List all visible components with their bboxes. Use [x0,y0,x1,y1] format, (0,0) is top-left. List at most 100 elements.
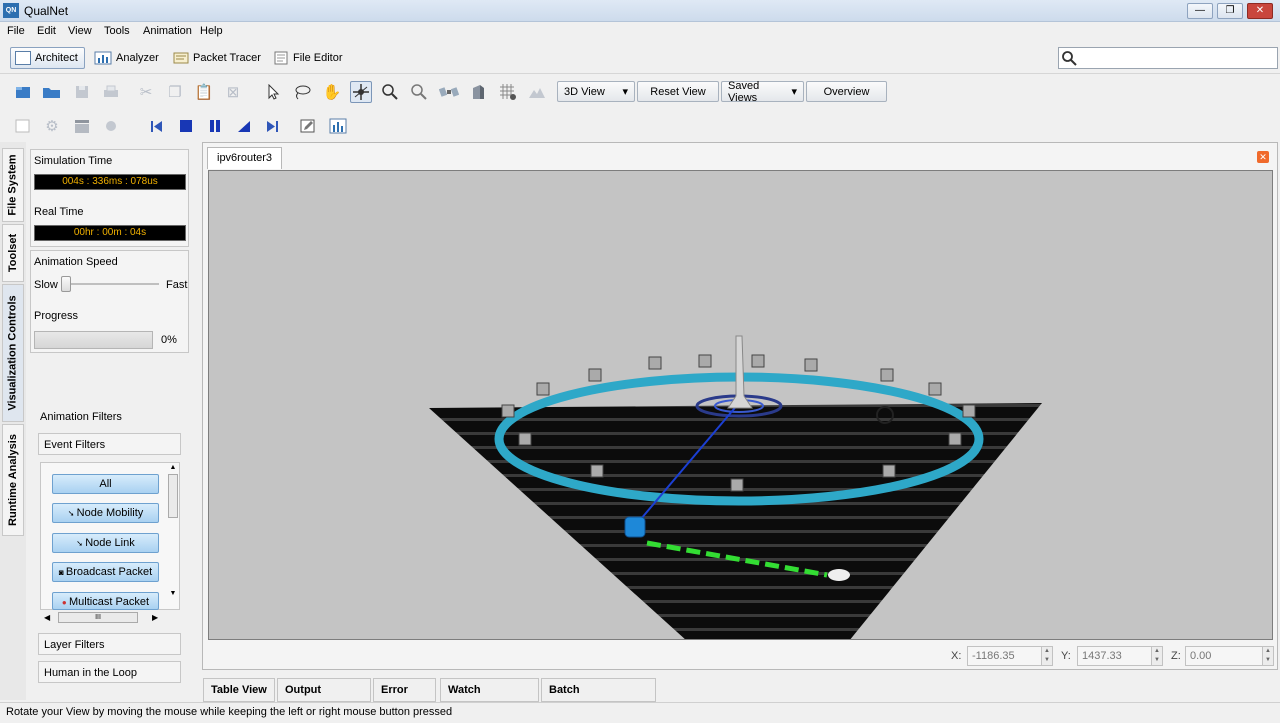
dropdown-arrow-icon: ▾ [622,86,628,98]
z-coordinate-field[interactable]: 0.00 [1185,646,1263,666]
filter-node-link-button[interactable]: ➘ Node Link [52,533,159,553]
reset-view-button[interactable]: Reset View [637,81,719,102]
pan-hand-icon[interactable]: ✋ [321,81,343,103]
speed-slider-handle[interactable] [61,276,71,292]
terrain-icon[interactable] [526,81,548,103]
tab-table-view[interactable]: Table View [203,678,275,702]
analyzer-button[interactable]: Analyzer [89,47,166,69]
close-tab-icon[interactable]: ✕ [1257,151,1269,163]
clapperboard-icon[interactable] [71,115,93,137]
tab-output-window[interactable]: Output Window [277,678,371,718]
rotate-view-icon[interactable] [350,81,372,103]
settings-gear-icon[interactable]: ⚙ [41,115,63,137]
menu-animation[interactable]: Animation [143,25,192,37]
menu-tools[interactable]: Tools [104,25,130,37]
tab-batch-experiments[interactable]: Batch Experiments [541,678,656,718]
status-bar: Rotate your View by moving the mouse whi… [0,702,1280,720]
open-folder-icon[interactable] [41,81,63,103]
satellite-icon[interactable] [438,81,460,103]
packet-tracer-label: Packet Tracer [193,52,261,64]
file-editor-icon [274,51,288,65]
filter-node-mobility-button[interactable]: ➘ Node Mobility [52,503,159,523]
event-filters-header[interactable]: Event Filters [38,433,181,455]
packet-tracer-button[interactable]: Packet Tracer [168,47,268,69]
filters-horizontal-scrollbar[interactable]: ◀ III ▶ [42,612,160,624]
pause-icon[interactable] [204,115,226,137]
edit-icon[interactable] [297,115,319,137]
animation-filters-label: Animation Filters [40,411,122,423]
file-editor-button[interactable]: File Editor [268,47,350,69]
tab-toolset[interactable]: Toolset [2,224,24,282]
new-file-icon[interactable] [12,81,34,103]
copy-icon[interactable]: ❐ [164,81,186,103]
menu-view[interactable]: View [68,25,92,37]
scroll-up-icon[interactable]: ▲ [167,464,179,471]
grid-settings-icon[interactable] [497,81,519,103]
menu-help[interactable]: Help [200,25,223,37]
stop-icon[interactable] [175,115,197,137]
z-spinner-icon[interactable]: ▲ ▼ [1262,646,1274,666]
scroll-thumb[interactable] [168,474,178,518]
search-input[interactable] [1058,47,1278,69]
tab-runtime-analysis[interactable]: Runtime Analysis [2,424,24,536]
scenario-icon[interactable] [12,115,34,137]
cut-icon[interactable]: ✂ [135,81,157,103]
view-mode-select[interactable]: 3D View ▾ [557,81,635,102]
node-icon [928,382,942,396]
human-in-the-loop-header[interactable]: Human in the Loop [38,661,181,683]
minimize-button[interactable]: — [1187,3,1213,19]
saved-views-button[interactable]: Saved Views ▾ [721,80,804,104]
maximize-button[interactable]: ❐ [1217,3,1243,19]
fast-label: Fast [166,279,188,291]
scroll-left-icon[interactable]: ◀ [44,613,50,622]
h-scroll-thumb[interactable]: III [58,612,138,623]
scene-3d[interactable] [209,171,1273,640]
zoom-fit-icon[interactable] [408,81,430,103]
filter-broadcast-packet-button[interactable]: ◙ Broadcast Packet [52,562,159,582]
animation-speed-label: Animation Speed [34,256,118,268]
x-spinner-icon[interactable]: ▲ ▼ [1041,646,1053,666]
node-icon [698,354,712,368]
step-icon[interactable] [233,115,255,137]
close-button[interactable]: ✕ [1247,3,1273,19]
tab-file-system[interactable]: File System [2,148,24,222]
statistics-icon[interactable] [327,115,349,137]
destination-node-icon [828,569,850,581]
simulation-time-display: 004s : 336ms : 078us [34,174,186,190]
dropdown-arrow-icon: ▾ [791,86,797,98]
delete-icon[interactable]: ⊠ [222,81,244,103]
rewind-icon[interactable] [145,115,167,137]
tab-error-log[interactable]: Error Log [373,678,436,718]
tab-watch-variables[interactable]: Watch Variables [440,678,539,718]
menu-file[interactable]: File [7,25,25,37]
lasso-icon[interactable] [291,81,313,103]
overview-button[interactable]: Overview [806,81,887,102]
tab-ipv6router3[interactable]: ipv6router3 [207,147,283,169]
y-spinner-icon[interactable]: ▲ ▼ [1151,646,1163,666]
x-coordinate-field[interactable]: -1186.35 [967,646,1042,666]
scroll-down-icon[interactable]: ▼ [167,590,179,597]
tab-runtime-analysis-label: Runtime Analysis [7,434,19,526]
record-icon[interactable] [100,115,122,137]
filter-all-button[interactable]: All [52,474,159,494]
tab-visualization-controls[interactable]: Visualization Controls [2,284,24,422]
3d-viewport[interactable] [208,170,1273,640]
speed-slider-track[interactable] [61,283,159,285]
mobile-node-icon [624,516,646,538]
filter-multicast-packet-button[interactable]: ● Multicast Packet [52,592,159,610]
y-coordinate-field[interactable]: 1437.33 [1077,646,1152,666]
zoom-icon[interactable] [379,81,401,103]
paste-icon[interactable]: 📋 [193,81,215,103]
save-icon[interactable] [71,81,93,103]
print-icon[interactable] [100,81,122,103]
building-icon[interactable] [467,81,489,103]
select-pointer-icon[interactable] [262,81,284,103]
filters-vertical-scrollbar[interactable]: ▲ ▼ [167,464,179,608]
tab-toolset-label: Toolset [7,233,20,273]
fast-forward-icon[interactable] [262,115,284,137]
menu-edit[interactable]: Edit [37,25,56,37]
node-icon [648,356,662,370]
scroll-right-icon[interactable]: ▶ [152,613,158,622]
architect-button[interactable]: Architect [10,47,85,69]
layer-filters-header[interactable]: Layer Filters [38,633,181,655]
